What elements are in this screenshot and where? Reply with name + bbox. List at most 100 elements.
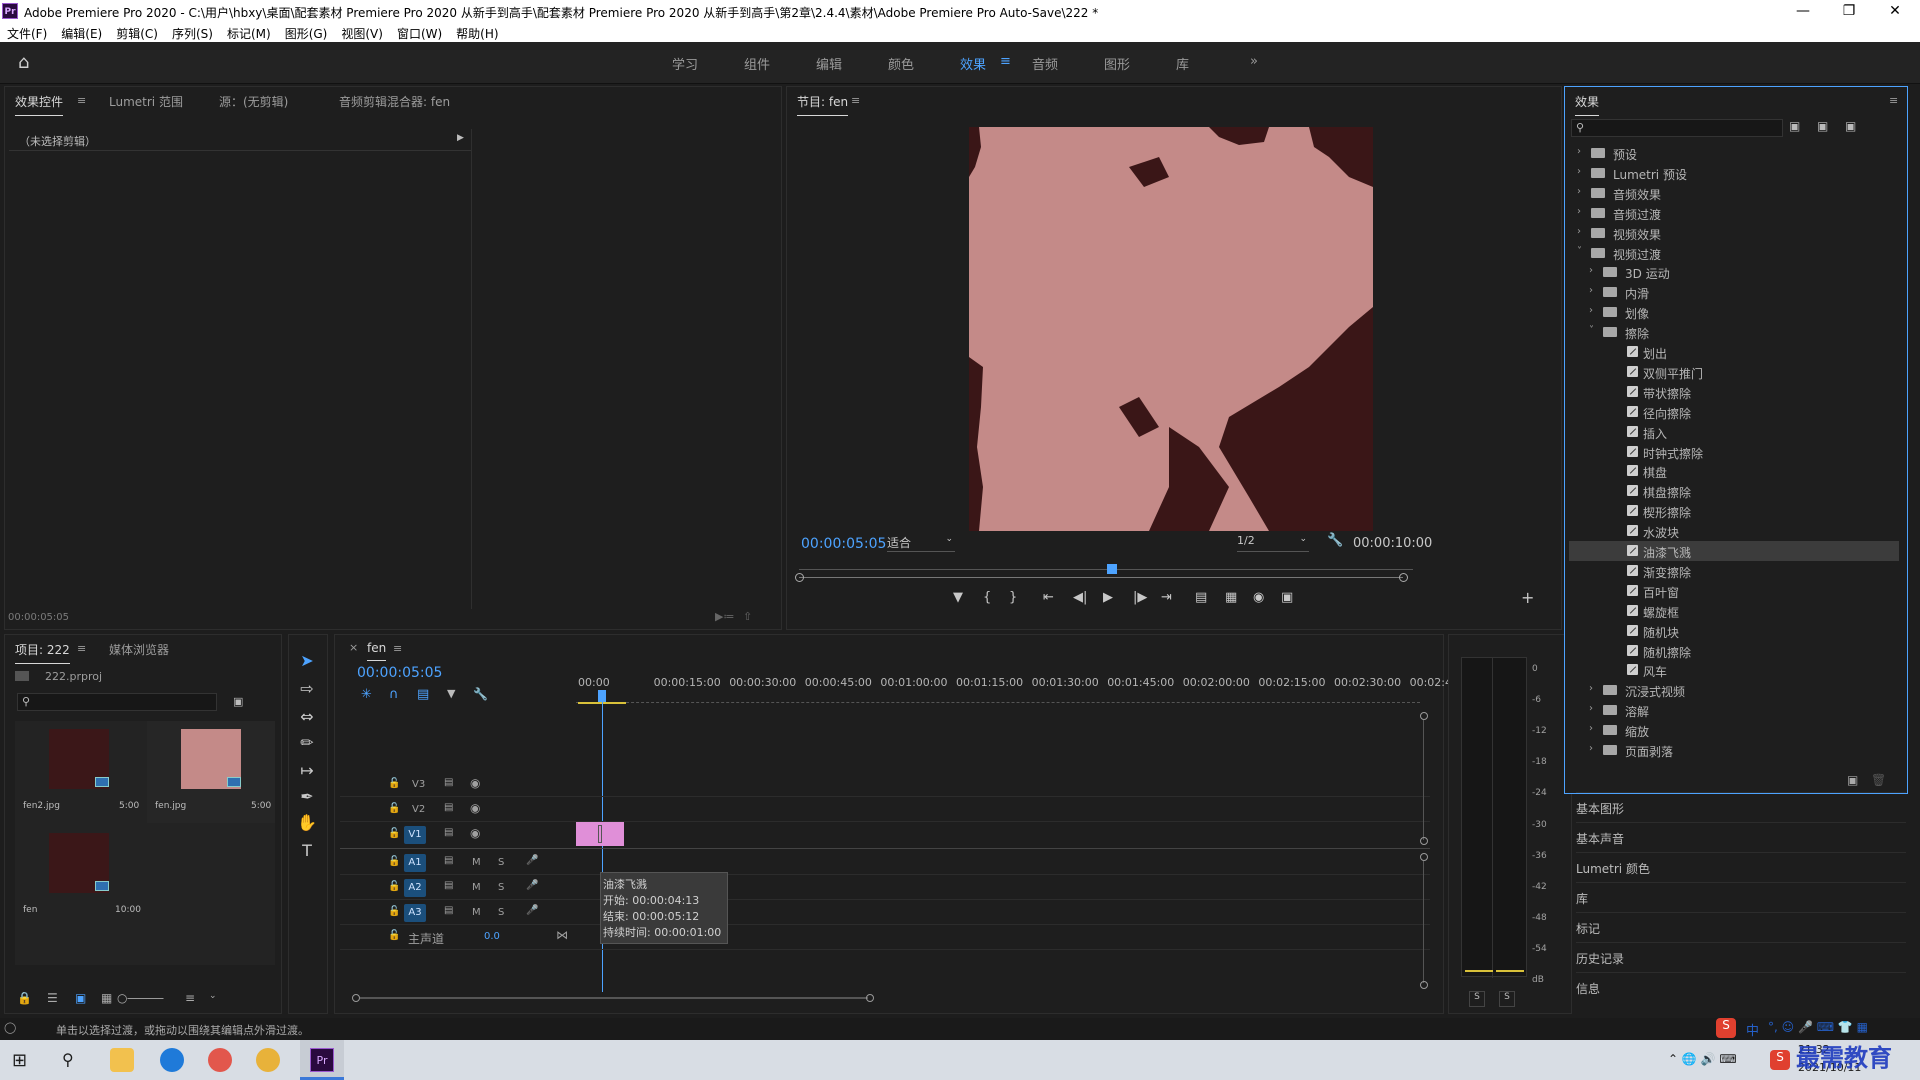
mark-out-icon[interactable]: } xyxy=(1009,590,1017,605)
chevron-right-icon[interactable]: › xyxy=(1589,703,1593,714)
effect-folder[interactable]: › 内滑 xyxy=(1569,282,1899,302)
microphone-icon[interactable]: 🎤 xyxy=(526,855,538,866)
effect-folder[interactable]: › 视频效果 xyxy=(1569,223,1899,243)
effect-folder[interactable]: › Lumetri 预设 xyxy=(1569,163,1899,183)
effect-item[interactable]: 油漆飞溅 xyxy=(1569,541,1899,561)
v-scroll-handle[interactable] xyxy=(1420,837,1428,845)
linked-selection-icon[interactable]: ▤ xyxy=(417,687,429,702)
panel-libraries[interactable]: 库 xyxy=(1576,882,1906,910)
yuv-effects-icon[interactable]: ▣ xyxy=(1845,119,1856,133)
comparison-view-icon[interactable]: ▣ xyxy=(1281,590,1293,605)
resolution-select[interactable]: 1/2 ⌄ xyxy=(1237,534,1309,552)
chevron-right-icon[interactable]: › xyxy=(1577,206,1581,217)
v-scroll-track-audio[interactable] xyxy=(1423,861,1424,983)
lock-icon[interactable]: 🔓 xyxy=(388,803,400,814)
sync-lock-icon[interactable]: ▤ xyxy=(444,855,453,866)
panel-essential-graphics[interactable]: 基本图形 xyxy=(1576,792,1906,820)
chevron-right-icon[interactable]: › xyxy=(1589,723,1593,734)
microphone-icon[interactable]: 🎤 xyxy=(526,880,538,891)
panel-menu-icon[interactable]: ≡ xyxy=(851,94,860,107)
lock-icon[interactable]: 🔓 xyxy=(388,930,400,941)
effect-folder[interactable]: ˅ 视频过渡 xyxy=(1569,243,1899,263)
export-audio-icon[interactable]: ▶≔ xyxy=(715,610,734,623)
sync-lock-icon[interactable]: ▤ xyxy=(444,802,453,813)
windows-start-icon[interactable]: ⊞ xyxy=(12,1050,27,1071)
sort-icon[interactable]: ≡ xyxy=(185,991,195,1005)
menu-file[interactable]: 文件(F) xyxy=(0,22,54,42)
effect-item[interactable]: 径向擦除 xyxy=(1569,402,1899,422)
expand-arrow-icon[interactable]: ▶ xyxy=(457,133,464,143)
effect-item[interactable]: 双侧平推门 xyxy=(1569,362,1899,382)
effect-item[interactable]: 插入 xyxy=(1569,422,1899,442)
panel-essential-sound[interactable]: 基本声音 xyxy=(1576,822,1906,850)
app-icon[interactable] xyxy=(208,1048,232,1072)
tab-media-browser[interactable]: 媒体浏览器 xyxy=(109,641,169,658)
pen-tool-icon[interactable]: ✒ xyxy=(295,787,319,809)
menu-sequence[interactable]: 序列(S) xyxy=(165,22,220,42)
effect-folder[interactable]: › 缩放 xyxy=(1569,720,1899,740)
ime-mode[interactable]: 中 xyxy=(1746,1020,1759,1039)
lock-icon[interactable]: 🔒 xyxy=(17,991,32,1005)
effect-folder[interactable]: › 音频效果 xyxy=(1569,183,1899,203)
effect-item[interactable]: 螺旋框 xyxy=(1569,601,1899,621)
sequence-tab[interactable]: fen xyxy=(367,641,387,661)
sync-lock-icon[interactable]: ▤ xyxy=(444,880,453,891)
timeline-playhead-handle[interactable] xyxy=(598,690,606,702)
chevron-right-icon[interactable]: › xyxy=(1589,285,1593,296)
zoom-select[interactable]: 适合 ⌄ xyxy=(887,534,955,552)
panel-menu-icon[interactable]: ≡ xyxy=(393,642,402,655)
chevron-right-icon[interactable]: › xyxy=(1577,226,1581,237)
sync-lock-icon[interactable]: ▤ xyxy=(444,777,453,788)
sync-lock-icon[interactable]: ▤ xyxy=(444,827,453,838)
slip-tool-icon[interactable]: ↦ xyxy=(295,761,319,783)
v-scroll-handle-top[interactable] xyxy=(1420,712,1428,720)
ripple-edit-tool-icon[interactable]: ⇔ xyxy=(295,707,319,729)
lock-icon[interactable]: 🔓 xyxy=(388,778,400,789)
eye-icon[interactable]: ◉ xyxy=(470,801,480,815)
effect-item[interactable]: 棋盘擦除 xyxy=(1569,481,1899,501)
restore-icon[interactable]: ❐ xyxy=(1826,0,1872,22)
step-back-icon[interactable]: ◀| xyxy=(1073,590,1087,605)
workspace-libraries[interactable]: 库 xyxy=(1176,54,1189,73)
workspace-editing[interactable]: 编辑 xyxy=(816,54,842,73)
workspace-menu-icon[interactable]: ≡ xyxy=(1000,54,1011,69)
menu-window[interactable]: 窗口(W) xyxy=(390,22,449,42)
nest-icon[interactable]: ✳ xyxy=(361,687,372,702)
time-ruler[interactable]: 00:00 00:00:15:00 00:00:30:00 00:00:45:00 00… xyxy=(0,0,1920,689)
track-target-a2[interactable]: A2 xyxy=(404,879,426,897)
workspace-more-icon[interactable]: » xyxy=(1250,54,1258,69)
h-scroll-handle-left[interactable] xyxy=(352,994,360,1002)
ime-logo-icon[interactable]: S xyxy=(1716,1018,1736,1038)
workspace-audio[interactable]: 音频 xyxy=(1032,54,1058,73)
mini-ruler[interactable] xyxy=(799,561,1413,571)
project-item[interactable]: fen2.jpg 5:00 xyxy=(15,721,143,823)
effect-folder[interactable]: › 预设 xyxy=(1569,143,1899,163)
track-target-v1[interactable]: V1 xyxy=(404,826,426,844)
selection-tool-icon[interactable]: ➤ xyxy=(295,651,319,673)
menu-graphics[interactable]: 图形(G) xyxy=(278,22,335,42)
effect-item[interactable]: 风车 xyxy=(1569,660,1899,680)
v-scroll-track-video[interactable] xyxy=(1423,720,1424,840)
home-icon[interactable]: ⌂ xyxy=(18,52,29,73)
wrench-icon[interactable]: 🔧 xyxy=(1327,533,1343,548)
v-scroll-handle[interactable] xyxy=(1420,853,1428,861)
effect-item[interactable]: 划出 xyxy=(1569,342,1899,362)
close-icon[interactable]: × xyxy=(349,641,358,654)
tab-effect-controls[interactable]: 效果控件 xyxy=(15,93,64,116)
lock-icon[interactable]: 🔓 xyxy=(388,856,400,867)
menu-markers[interactable]: 标记(M) xyxy=(220,22,278,42)
effect-item[interactable]: 渐变擦除 xyxy=(1569,561,1899,581)
new-bin-icon[interactable]: ▣ xyxy=(1847,773,1858,787)
lock-icon[interactable]: 🔓 xyxy=(388,881,400,892)
mark-in-icon[interactable]: { xyxy=(983,590,991,605)
snap-icon[interactable]: ∩ xyxy=(389,687,399,702)
solo-right-button[interactable]: S xyxy=(1499,991,1515,1007)
hand-tool-icon[interactable]: ✋ xyxy=(295,813,319,835)
menu-clip[interactable]: 剪辑(C) xyxy=(109,22,165,42)
workspace-assembly[interactable]: 组件 xyxy=(744,54,770,73)
chevron-right-icon[interactable]: › xyxy=(1577,166,1581,177)
tab-audio-clip-mixer[interactable]: 音频剪辑混合器: fen xyxy=(339,93,450,110)
button-editor-plus-icon[interactable]: + xyxy=(1521,588,1534,607)
effect-folder[interactable]: › 音频过渡 xyxy=(1569,203,1899,223)
effect-item[interactable]: 时钟式擦除 xyxy=(1569,442,1899,462)
